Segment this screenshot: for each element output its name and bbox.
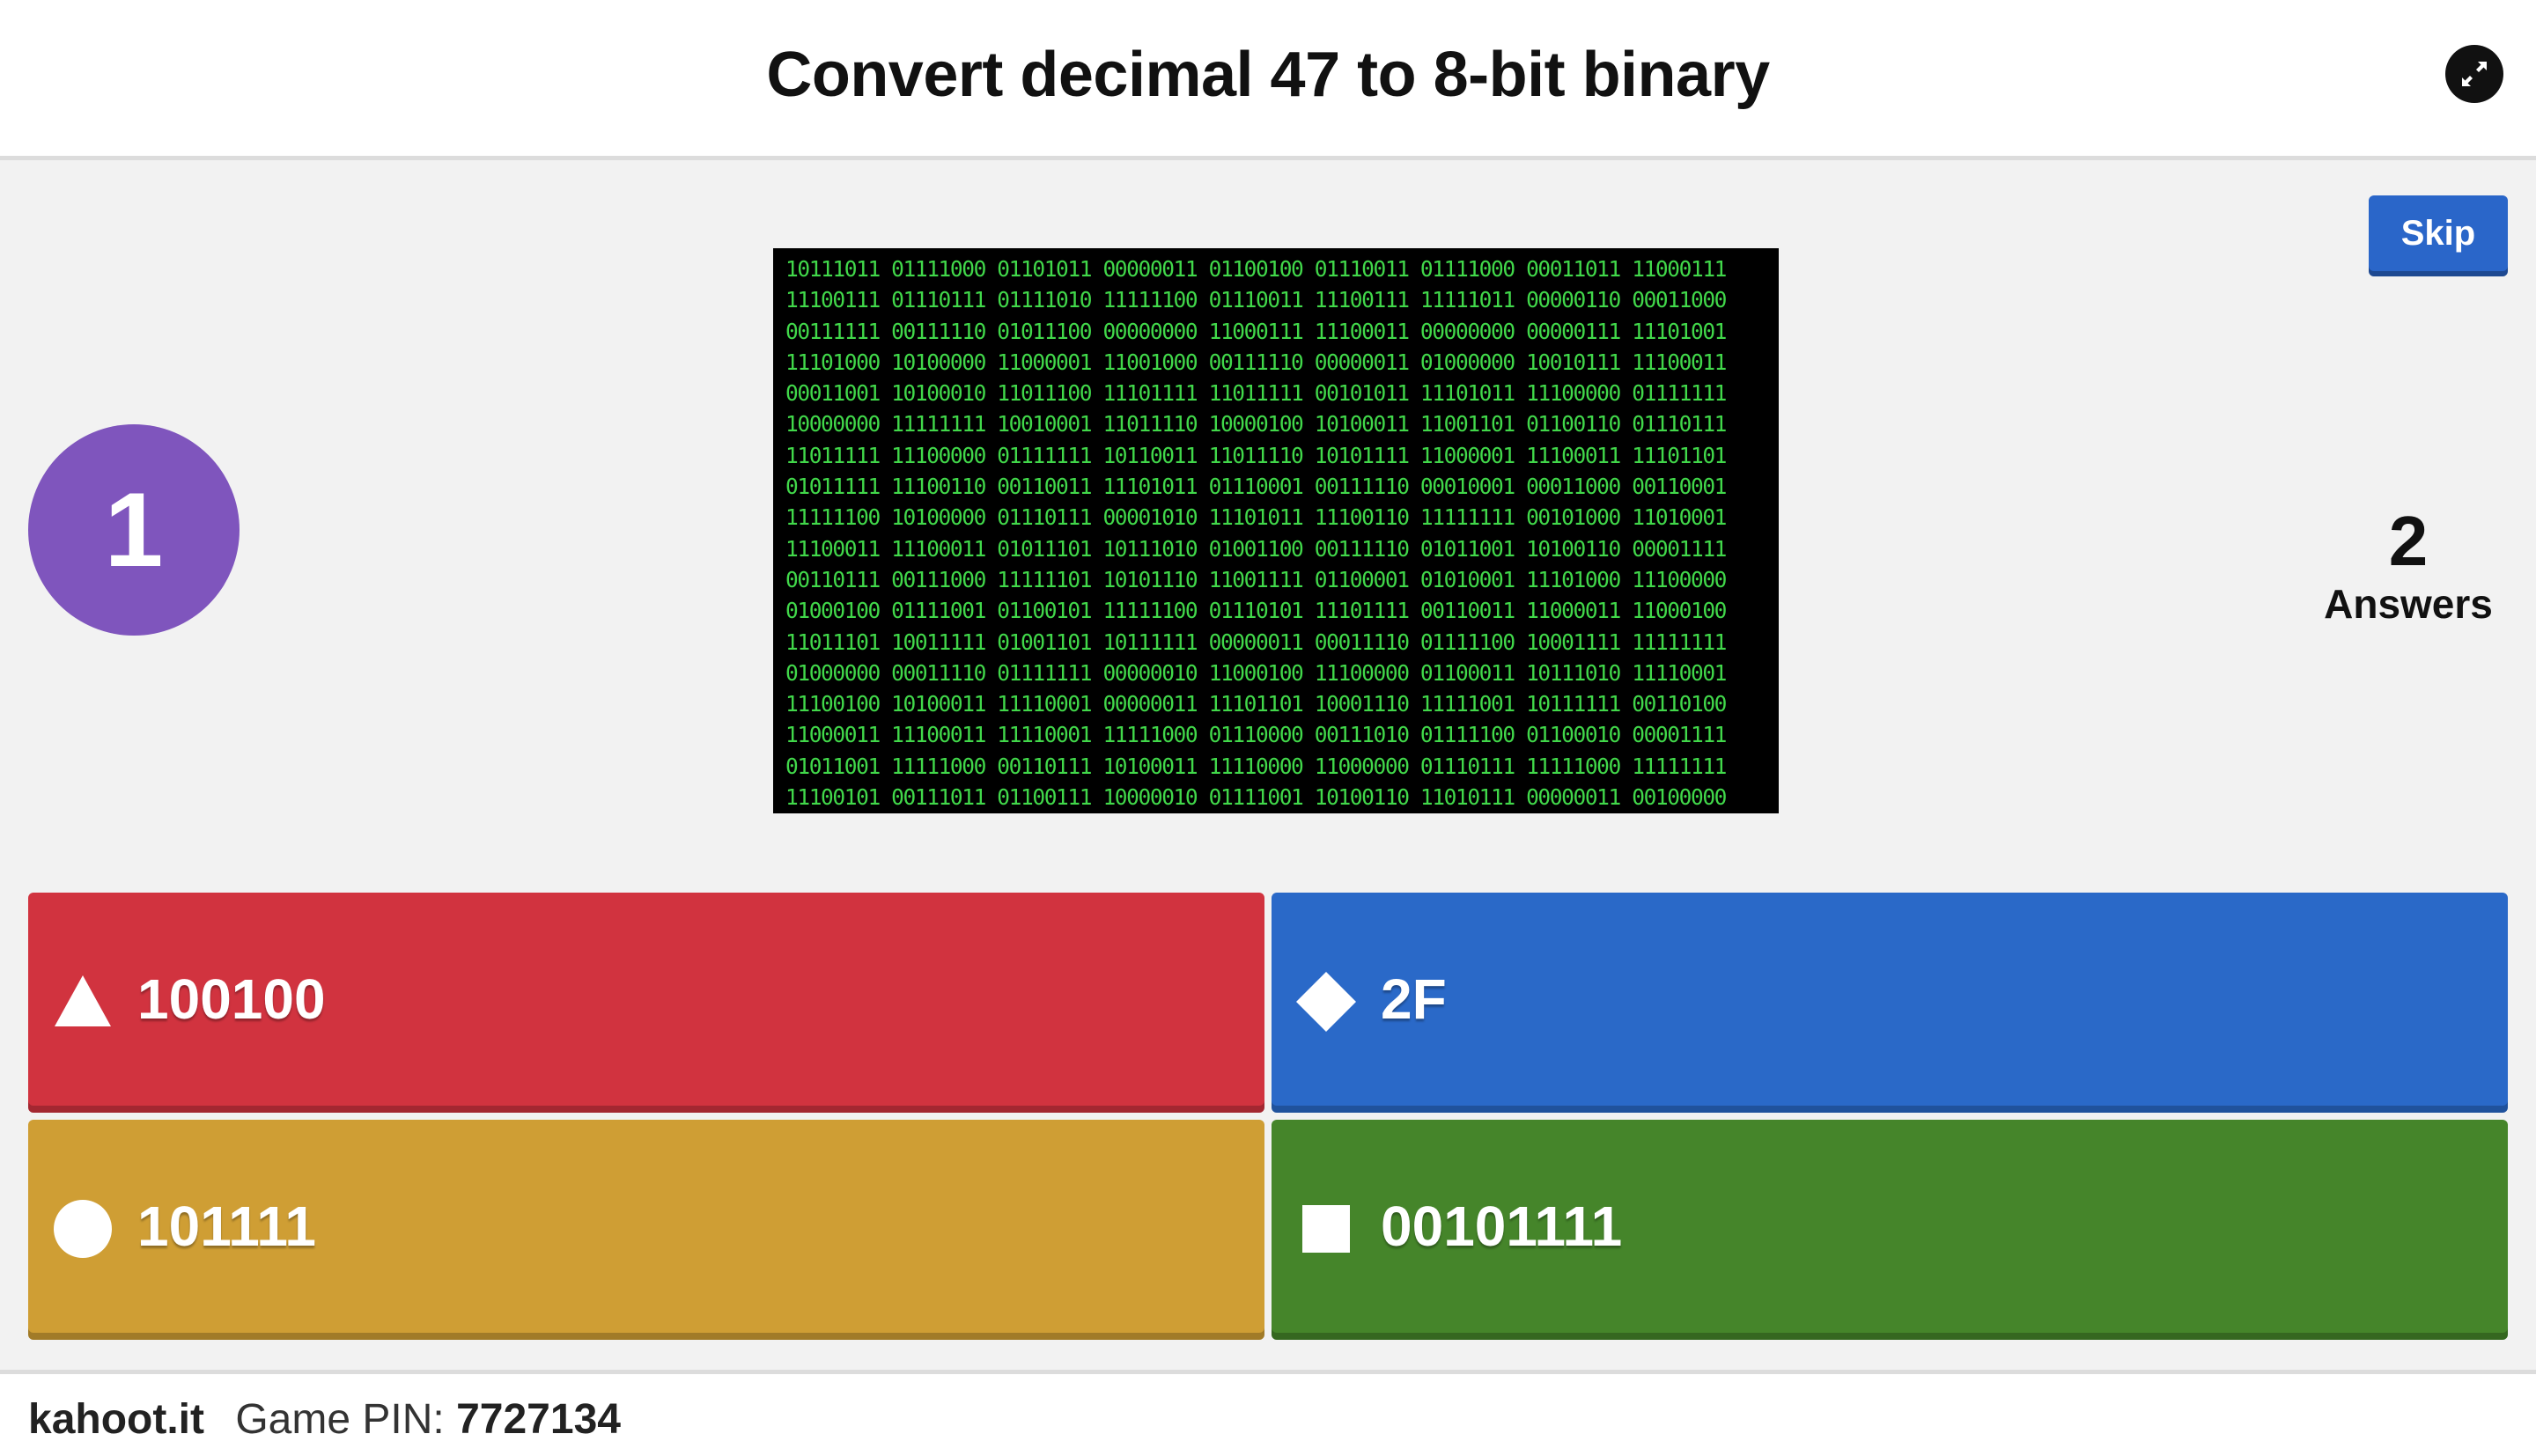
binary-text-line: 10000000 11111111 10010001 11011110 1000…: [785, 411, 1727, 438]
binary-text-line: 01000100 01111001 01100101 11111100 0111…: [785, 598, 1727, 624]
answer-text: 101111: [137, 1195, 316, 1258]
fullscreen-exit-icon: [2462, 62, 2487, 86]
binary-text-line: 11011111 11100000 01111111 10110011 1101…: [785, 442, 1727, 468]
fullscreen-button[interactable]: [2445, 45, 2503, 103]
binary-text-line: 11100111 01110111 01111010 11111100 0111…: [785, 287, 1727, 313]
game-pin-label: Game PIN:: [235, 1396, 445, 1443]
binary-text-line: 11101000 10100000 11000001 11001000 0011…: [785, 349, 1727, 375]
binary-text-line: 01011111 11100110 00110011 11101011 0111…: [785, 474, 1727, 500]
game-pin-value: 7727134: [456, 1396, 621, 1443]
question-header: Convert decimal 47 to 8-bit binary: [0, 0, 2536, 160]
binary-text-line: 00111111 00111110 01011100 00000000 1100…: [785, 318, 1727, 344]
answer-option-circle[interactable]: 101111: [28, 1120, 1264, 1340]
binary-text-line: 11100101 00111011 01100111 10000010 0111…: [785, 784, 1727, 811]
square-icon: [1294, 1197, 1358, 1261]
answer-text: 00101111: [1381, 1195, 1623, 1258]
question-stage: 1 10111011 01111000 01101011 00000011 01…: [0, 160, 2536, 893]
answers-count-number: 2: [2388, 502, 2429, 580]
countdown-timer: 1: [28, 424, 240, 636]
answers-count-label: Answers: [2324, 581, 2493, 627]
binary-text-line: 00011001 10100010 11011100 11101111 1101…: [785, 380, 1727, 407]
diamond-icon: [1294, 970, 1358, 1033]
answer-option-square[interactable]: 00101111: [1272, 1120, 2508, 1340]
answers-counter: 2 Answers: [2289, 504, 2527, 629]
answer-option-triangle[interactable]: 100100: [28, 893, 1264, 1113]
game-footer: kahoot.it Game PIN: 7727134: [0, 1370, 2536, 1456]
circle-icon: [51, 1197, 114, 1261]
binary-text-line: 11100011 11100011 01011101 10111010 0100…: [785, 535, 1727, 562]
question-title: Convert decimal 47 to 8-bit binary: [766, 40, 1770, 110]
binary-text-line: 11111100 10100000 01110111 00001010 1110…: [785, 504, 1727, 531]
answer-option-diamond[interactable]: 2F: [1272, 893, 2508, 1113]
footer-info: kahoot.it Game PIN: 7727134: [28, 1395, 621, 1444]
binary-text-line: 11000011 11100011 11110001 11111000 0111…: [785, 722, 1727, 748]
binary-text-line: 11100100 10100011 11110001 00000011 1110…: [785, 691, 1727, 717]
binary-text-line: 11011101 10011111 01001101 10111111 0000…: [785, 629, 1727, 655]
binary-text-line: 10111011 01111000 01101011 00000011 0110…: [785, 256, 1727, 282]
kahoot-brand: kahoot.it: [28, 1396, 204, 1443]
binary-text-line: 00110111 00111000 11111101 10101110 1100…: [785, 566, 1727, 592]
binary-text-line: 01011001 11111000 00110111 10100011 1111…: [785, 753, 1727, 779]
triangle-icon: [51, 970, 114, 1033]
question-image: 10111011 01111000 01101011 00000011 0110…: [773, 248, 1779, 813]
answer-text: 2F: [1381, 967, 1447, 1031]
skip-button[interactable]: Skip: [2369, 195, 2508, 276]
answer-text: 100100: [137, 967, 326, 1031]
binary-text-line: 01000000 00011110 01111111 00000010 1100…: [785, 659, 1727, 686]
